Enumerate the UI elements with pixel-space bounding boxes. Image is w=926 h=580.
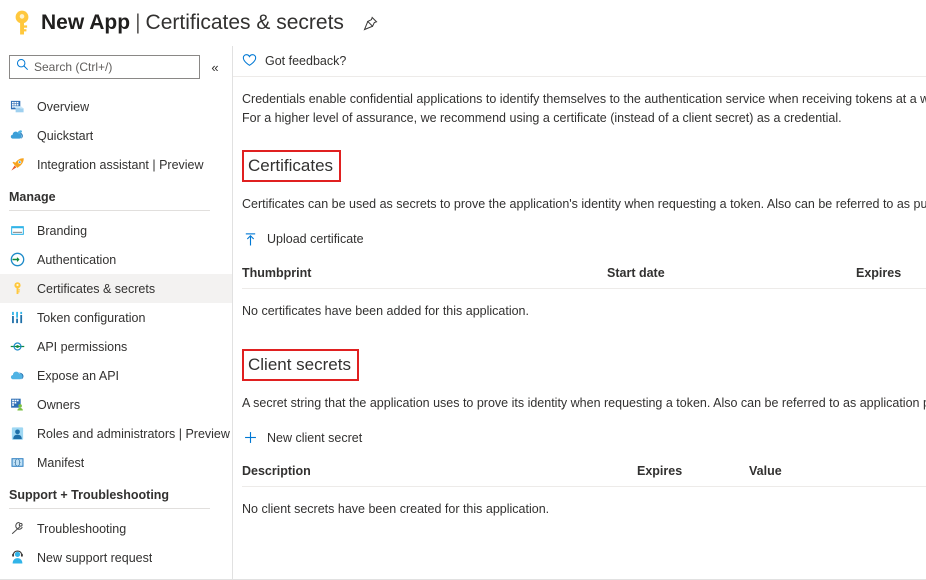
pin-icon[interactable] bbox=[360, 12, 382, 34]
sidebar-item-roles-and-administrators[interactable]: Roles and administrators | Preview bbox=[0, 419, 232, 448]
rocket-icon bbox=[9, 157, 25, 173]
branding-card-icon bbox=[9, 223, 25, 239]
intro-paragraph: Credentials enable confidential applicat… bbox=[242, 90, 926, 128]
search-icon bbox=[16, 58, 29, 76]
heart-icon bbox=[242, 53, 257, 70]
owners-grid-icon bbox=[9, 397, 25, 413]
sidebar-item-label: Expose an API bbox=[37, 369, 119, 383]
sidebar-item-branding[interactable]: Branding bbox=[0, 216, 232, 245]
certificates-empty-message: No certificates have been added for this… bbox=[242, 289, 926, 318]
sidebar-item-integration-assistant[interactable]: Integration assistant | Preview bbox=[0, 150, 232, 179]
sidebar-item-label: Manifest bbox=[37, 456, 84, 470]
upload-certificate-button[interactable]: Upload certificate bbox=[242, 231, 364, 247]
client-secrets-table-header: Description Expires Value bbox=[242, 464, 926, 487]
certificates-table-header: Thumbprint Start date Expires bbox=[242, 266, 926, 289]
sidebar-item-label: Token configuration bbox=[37, 311, 145, 325]
client-secrets-heading-wrap: Client secrets bbox=[242, 349, 926, 381]
sidebar-item-label: New support request bbox=[37, 551, 152, 565]
sidebar-divider bbox=[9, 210, 210, 211]
new-client-secret-label: New client secret bbox=[267, 431, 362, 445]
main-content: Got feedback? Credentials enable confide… bbox=[233, 46, 926, 580]
cloud-icon bbox=[9, 368, 25, 384]
sidebar-item-expose-an-api[interactable]: Expose an API bbox=[0, 361, 232, 390]
sidebar-item-new-support-request[interactable]: New support request bbox=[0, 543, 232, 572]
column-header-expires[interactable]: Expires bbox=[856, 266, 926, 280]
quickstart-cloud-icon bbox=[9, 128, 25, 144]
column-header-start-date[interactable]: Start date bbox=[607, 266, 856, 280]
sidebar-item-certificates-and-secrets[interactable]: Certificates & secrets bbox=[0, 274, 232, 303]
client-secrets-empty-message: No client secrets have been created for … bbox=[242, 487, 926, 516]
sidebar-item-label: Certificates & secrets bbox=[37, 282, 155, 296]
sidebar-item-label: Authentication bbox=[37, 253, 116, 267]
sidebar-item-quickstart[interactable]: Quickstart bbox=[0, 121, 232, 150]
column-header-expires[interactable]: Expires bbox=[637, 464, 749, 478]
page-header: New App | Certificates & secrets bbox=[0, 0, 926, 46]
plus-icon bbox=[242, 430, 258, 446]
svg-text:{}: {} bbox=[13, 459, 21, 466]
column-header-value[interactable]: Value bbox=[749, 464, 926, 478]
token-bars-icon bbox=[9, 310, 25, 326]
title-separator: | bbox=[135, 10, 140, 36]
sidebar-item-token-configuration[interactable]: Token configuration bbox=[0, 303, 232, 332]
roles-user-icon bbox=[9, 426, 25, 442]
key-icon bbox=[9, 8, 35, 38]
support-agent-icon bbox=[9, 550, 25, 566]
certificates-description: Certificates can be used as secrets to p… bbox=[242, 195, 926, 214]
new-client-secret-button[interactable]: New client secret bbox=[242, 430, 362, 446]
sidebar: « Overview bbox=[0, 46, 233, 580]
client-secrets-description: A secret string that the application use… bbox=[242, 394, 926, 413]
upload-icon bbox=[242, 231, 258, 247]
client-secrets-heading: Client secrets bbox=[242, 349, 359, 381]
key-icon bbox=[9, 281, 25, 297]
search-box[interactable] bbox=[9, 55, 200, 79]
sidebar-item-label: Integration assistant | Preview bbox=[37, 158, 204, 172]
certificates-table: Thumbprint Start date Expires No certifi… bbox=[242, 266, 926, 318]
sidebar-item-api-permissions[interactable]: API permissions bbox=[0, 332, 232, 361]
sidebar-group-title: Support + Troubleshooting bbox=[0, 477, 232, 506]
sidebar-item-owners[interactable]: Owners bbox=[0, 390, 232, 419]
sidebar-item-label: Branding bbox=[37, 224, 87, 238]
app-name: New App bbox=[41, 10, 130, 36]
certificates-heading-wrap: Certificates bbox=[242, 150, 926, 182]
got-feedback-button[interactable]: Got feedback? bbox=[242, 53, 346, 70]
certificates-heading: Certificates bbox=[242, 150, 341, 182]
sidebar-item-troubleshooting[interactable]: Troubleshooting bbox=[0, 514, 232, 543]
sidebar-item-label: Overview bbox=[37, 100, 89, 114]
feedback-bar: Got feedback? bbox=[233, 46, 926, 77]
page-title: New App | Certificates & secrets bbox=[41, 10, 344, 36]
authentication-signin-icon bbox=[9, 252, 25, 268]
search-input[interactable] bbox=[34, 60, 193, 74]
sidebar-item-label: Owners bbox=[37, 398, 80, 412]
got-feedback-label: Got feedback? bbox=[265, 54, 346, 68]
sidebar-item-overview[interactable]: Overview bbox=[0, 92, 232, 121]
sidebar-item-label: Quickstart bbox=[37, 129, 93, 143]
sidebar-divider bbox=[9, 508, 210, 509]
page-name: Certificates & secrets bbox=[146, 10, 344, 36]
sidebar-group-title: Manage bbox=[0, 179, 232, 208]
sidebar-item-authentication[interactable]: Authentication bbox=[0, 245, 232, 274]
column-header-description[interactable]: Description bbox=[242, 464, 637, 478]
sidebar-item-label: API permissions bbox=[37, 340, 127, 354]
api-permissions-icon bbox=[9, 339, 25, 355]
client-secrets-table: Description Expires Value No client secr… bbox=[242, 464, 926, 516]
wrench-icon bbox=[9, 521, 25, 537]
column-header-thumbprint[interactable]: Thumbprint bbox=[242, 266, 607, 280]
sidebar-item-label: Roles and administrators | Preview bbox=[37, 427, 230, 441]
upload-certificate-label: Upload certificate bbox=[267, 232, 364, 246]
sidebar-search-row: « bbox=[0, 53, 232, 81]
sidebar-item-manifest[interactable]: {} Manifest bbox=[0, 448, 232, 477]
manifest-braces-icon: {} bbox=[9, 455, 25, 471]
collapse-sidebar-icon[interactable]: « bbox=[204, 56, 226, 78]
sidebar-item-label: Troubleshooting bbox=[37, 522, 126, 536]
overview-grid-icon bbox=[9, 99, 25, 115]
